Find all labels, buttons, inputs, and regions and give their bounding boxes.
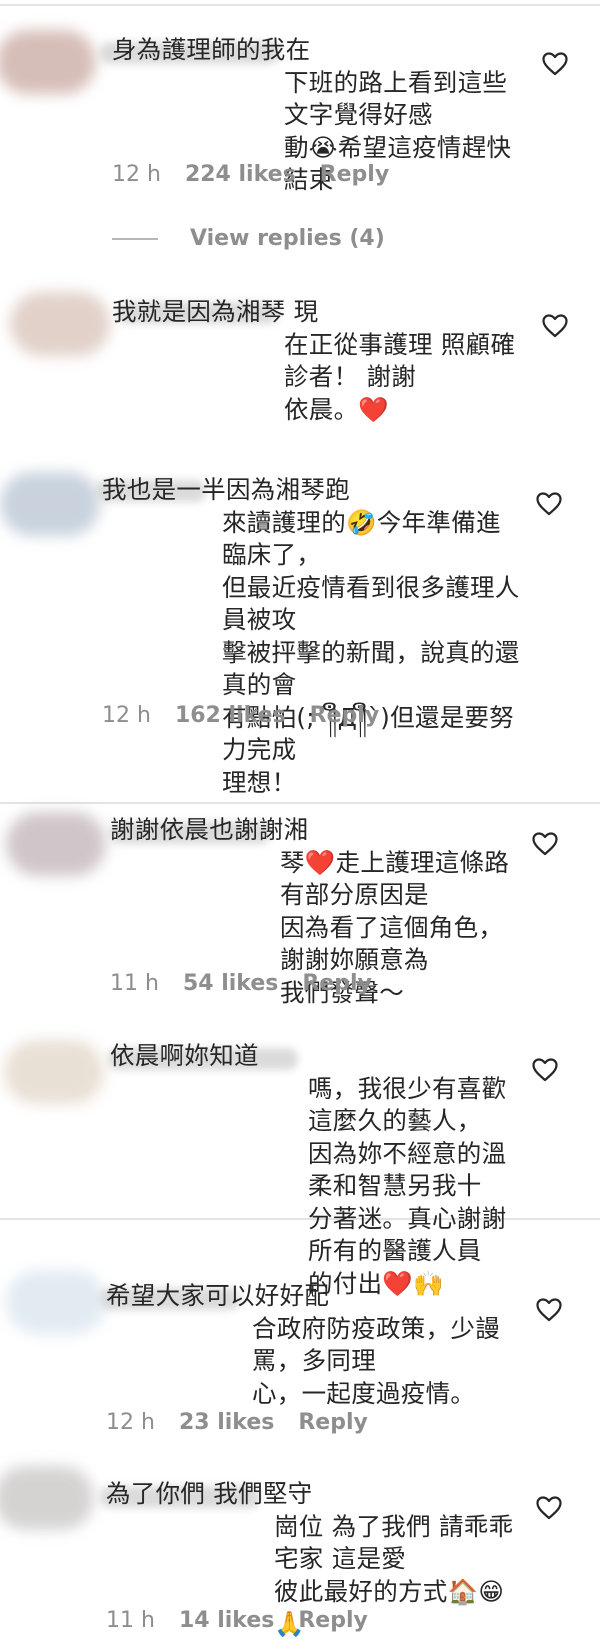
- comment-text: 我就是因為湘琴 現 在正從事護理 照顧確診者！ 謝謝 依晨。❤️: [112, 297, 516, 424]
- view-replies-button[interactable]: View replies (4): [112, 226, 385, 251]
- like-heart-icon[interactable]: [536, 1496, 562, 1520]
- avatar[interactable]: [6, 812, 106, 876]
- reply-button[interactable]: Reply: [298, 1410, 368, 1435]
- like-heart-icon[interactable]: [542, 52, 568, 76]
- likes-count[interactable]: 23 likes: [179, 1410, 274, 1435]
- thread-line: [112, 238, 158, 240]
- comment-meta: 12 h 162 likes Reply: [102, 703, 379, 728]
- comment-text: 希望大家可以好好配 合政府防疫政策，少謾罵，多同理 心，一起度過疫情。: [106, 1281, 500, 1408]
- like-heart-icon[interactable]: [532, 832, 558, 856]
- like-heart-icon[interactable]: [536, 492, 562, 516]
- divider: [0, 4, 600, 6]
- avatar[interactable]: [4, 1040, 104, 1104]
- timestamp: 12 h: [112, 162, 161, 187]
- like-heart-icon[interactable]: [532, 1058, 558, 1082]
- like-heart-icon[interactable]: [536, 1298, 562, 1322]
- timestamp: 11 h: [106, 1608, 155, 1633]
- avatar[interactable]: [0, 1466, 94, 1530]
- avatar[interactable]: [6, 1270, 106, 1334]
- comment-meta: 12 h 23 likes Reply: [106, 1410, 368, 1435]
- avatar[interactable]: [10, 292, 110, 356]
- timestamp: 12 h: [106, 1410, 155, 1435]
- likes-count[interactable]: 224 likes: [185, 162, 296, 187]
- likes-count[interactable]: 54 likes: [183, 971, 278, 996]
- comment-meta: 11 h 54 likes Reply: [110, 971, 372, 996]
- like-heart-icon[interactable]: [542, 314, 568, 338]
- reply-button[interactable]: Reply: [310, 703, 380, 728]
- avatar[interactable]: [0, 472, 100, 536]
- timestamp: 11 h: [110, 971, 159, 996]
- comment-meta: 11 h 14 likes Reply: [106, 1608, 368, 1633]
- comment-text: 我也是一半因為湘琴跑 來讀護理的🤣今年準備進臨床了， 但最近疫情看到很多護理人員…: [102, 475, 520, 797]
- reply-button[interactable]: Reply: [302, 971, 372, 996]
- avatar[interactable]: [0, 30, 96, 94]
- reply-button[interactable]: Reply: [320, 162, 390, 187]
- comment-text: 依晨啊妳知道 嗎，我很少有喜歡這麼久的藝人， 因為妳不經意的溫柔和智慧另我十 分…: [110, 1041, 507, 1298]
- likes-count[interactable]: 162 likes: [175, 703, 286, 728]
- likes-count[interactable]: 14 likes: [179, 1608, 274, 1633]
- timestamp: 12 h: [102, 703, 151, 728]
- divider: [0, 802, 600, 804]
- comment-meta: 12 h 224 likes Reply: [112, 162, 389, 187]
- reply-button[interactable]: Reply: [298, 1608, 368, 1633]
